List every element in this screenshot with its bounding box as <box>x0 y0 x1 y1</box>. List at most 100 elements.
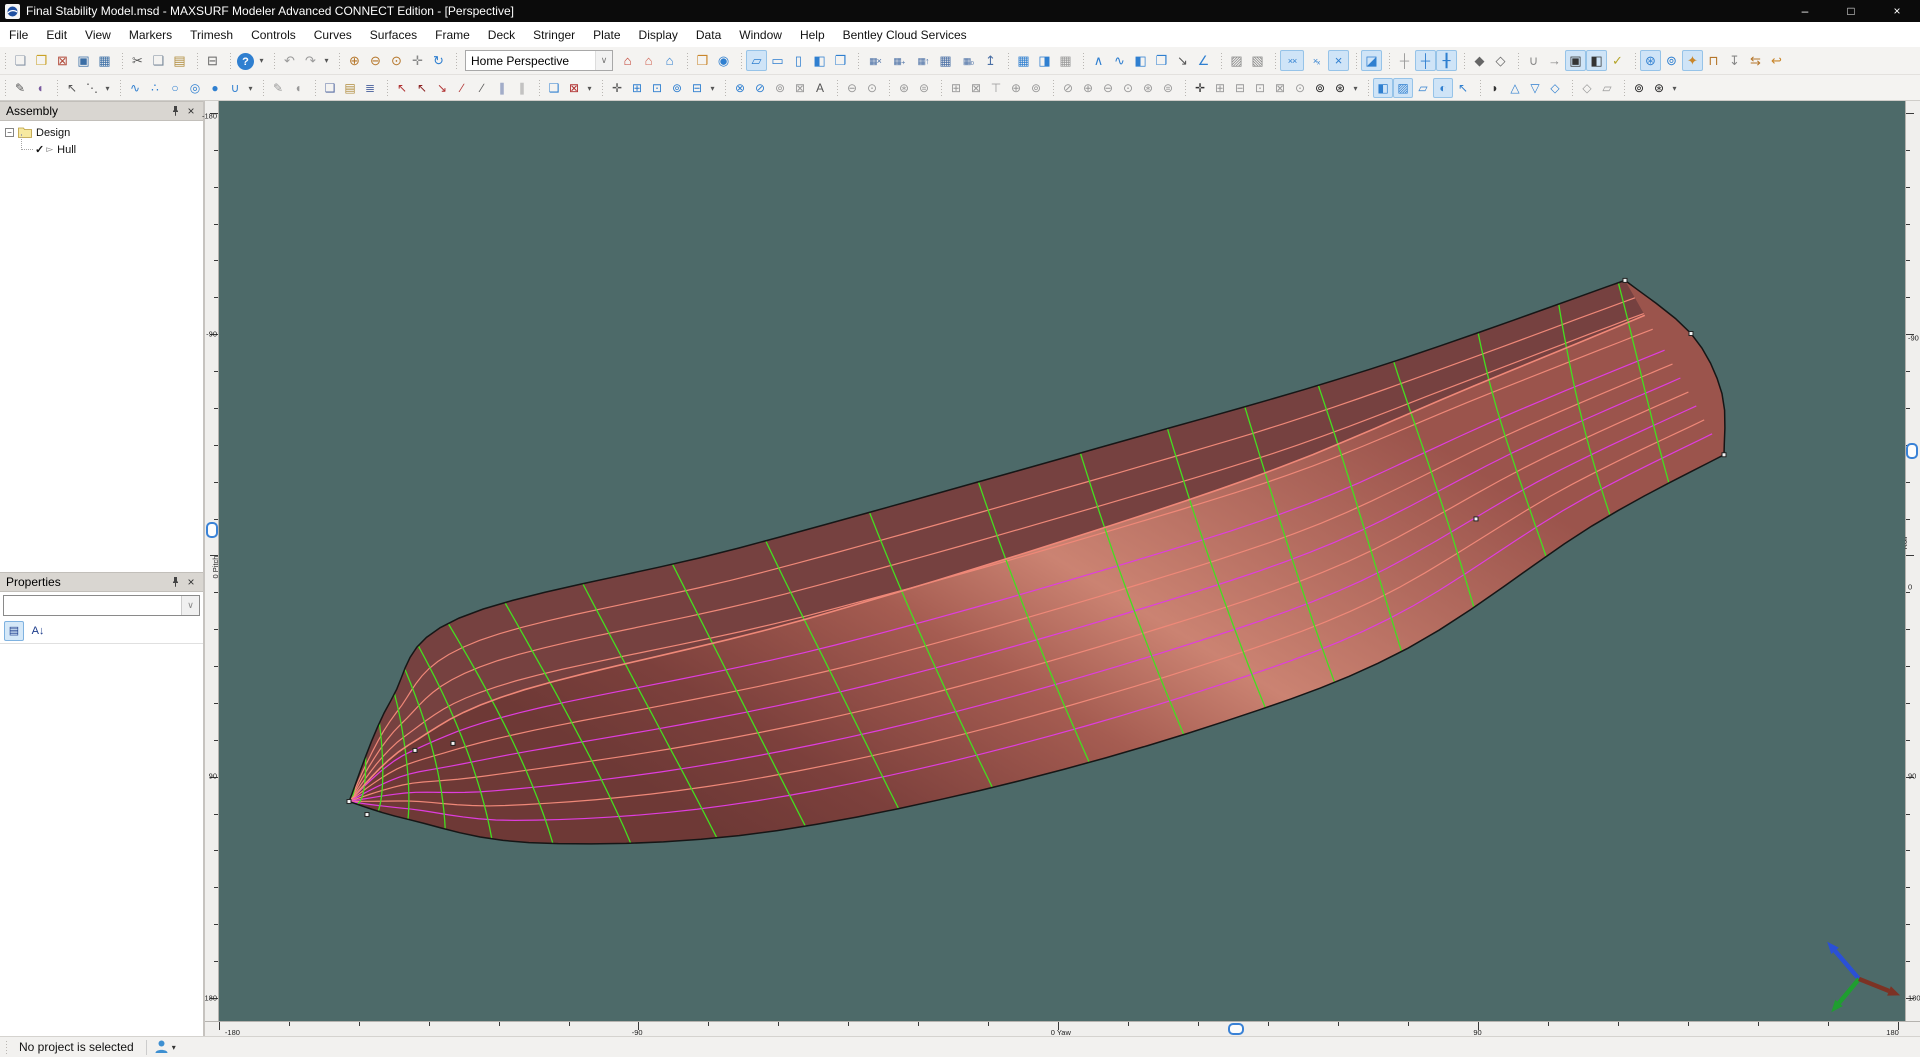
perspective-window-button[interactable]: ▱ <box>746 50 767 71</box>
menu-plate[interactable]: Plate <box>584 24 629 46</box>
flag-pole-button[interactable]: ◪ <box>1361 50 1382 71</box>
net-ring-alt-button[interactable]: ⊚ <box>1026 78 1046 98</box>
menu-frame[interactable]: Frame <box>426 24 479 46</box>
set-home-view-button[interactable]: ⌂ <box>638 50 659 71</box>
net-x-button[interactable]: ⊠ <box>966 78 986 98</box>
plan-window-button[interactable]: ▭ <box>767 50 788 71</box>
table-button[interactable]: ▦ <box>935 50 956 71</box>
hand-net-button[interactable]: ✛ <box>1190 78 1210 98</box>
flag-down-button[interactable]: ▽ <box>1525 78 1545 98</box>
properties-object-selector[interactable]: ∨ <box>3 595 200 616</box>
net-move-button[interactable]: ⊡ <box>647 78 667 98</box>
net-edit-5-button[interactable]: ⊛ <box>1138 78 1158 98</box>
dropdown-caret-icon[interactable]: ▾ <box>245 78 256 98</box>
table-close-button[interactable]: ▦× <box>863 50 887 71</box>
menu-stringer[interactable]: Stringer <box>524 24 584 46</box>
visibility-curvature-button[interactable]: ◐ <box>1433 77 1453 98</box>
duplicate-box-button[interactable]: ❑ <box>544 78 564 98</box>
select-red-button[interactable]: ↖ <box>392 78 412 98</box>
calculations-table-button[interactable]: ◨ <box>1034 50 1055 71</box>
save-as-button[interactable]: ▦ <box>94 50 115 71</box>
drag-hand-button[interactable]: ✛ <box>607 78 627 98</box>
align-diagram-button[interactable]: ≣ <box>360 78 380 98</box>
pin-icon[interactable] <box>167 577 183 587</box>
curvature-button[interactable]: ∪ <box>1523 50 1544 71</box>
user-account-button[interactable]: ▾ <box>155 1040 176 1054</box>
chevron-down-icon[interactable]: ∨ <box>181 596 199 615</box>
circle-tool-button[interactable]: ◎ <box>185 78 205 98</box>
net-tee-button[interactable]: ⊤ <box>986 78 1006 98</box>
render-button[interactable]: ▧ <box>1247 50 1268 71</box>
snap-intersection-button[interactable]: ╂ <box>1436 50 1457 71</box>
dropdown-caret-icon[interactable]: ▾ <box>1669 78 1680 98</box>
points-tool-button[interactable]: ∴ <box>145 78 165 98</box>
show-outline-button[interactable]: ◗ <box>1485 78 1505 98</box>
drop-point-button[interactable]: ↘ <box>432 78 452 98</box>
new-window-button[interactable]: ❐ <box>830 50 851 71</box>
net-cross-button[interactable]: ⊠ <box>1270 78 1290 98</box>
menu-view[interactable]: View <box>76 24 120 46</box>
view-selector-combobox[interactable]: Home Perspective ∨ <box>465 50 613 71</box>
visibility-shaded-button[interactable]: ◧ <box>1373 77 1393 98</box>
menu-markers[interactable]: Markers <box>120 24 181 46</box>
menu-controls[interactable]: Controls <box>242 24 305 46</box>
settings-alt-button[interactable]: ⊚ <box>1661 50 1682 71</box>
menu-display[interactable]: Display <box>630 24 687 46</box>
dropdown-caret-icon[interactable]: ▾ <box>584 78 595 98</box>
paste-button[interactable]: ▤ <box>169 50 190 71</box>
control-pair-button[interactable]: ⊜ <box>914 78 934 98</box>
fit-curve-button[interactable]: ∿ <box>1109 50 1130 71</box>
select-multi-button[interactable]: ⋱ <box>82 78 102 98</box>
table-zero-button[interactable]: ▦₀ <box>956 50 980 71</box>
bend-tool-button[interactable]: ↩ <box>1766 50 1787 71</box>
label-size-button[interactable]: A <box>810 78 830 98</box>
spline-tool-button[interactable]: ∿ <box>125 78 145 98</box>
properties-window-button[interactable]: ◉ <box>713 50 734 71</box>
pitch-ruler[interactable]: -180 -90 0 Pitch 90 180 <box>202 101 220 1021</box>
net-add-button[interactable]: ⊞ <box>627 78 647 98</box>
sort-alphabetical-button[interactable]: A↓ <box>28 621 48 641</box>
menu-file[interactable]: File <box>0 24 37 46</box>
dropdown-caret-icon[interactable]: ▾ <box>321 50 332 71</box>
net-cell-button[interactable]: ⊡ <box>1250 78 1270 98</box>
select-cursor-button[interactable]: ↖ <box>62 78 82 98</box>
copy-button[interactable]: ❑ <box>148 50 169 71</box>
control-point[interactable] <box>1721 452 1727 458</box>
net-row-button[interactable]: ⊟ <box>1230 78 1250 98</box>
control-point[interactable] <box>364 812 370 818</box>
select-red-alt-button[interactable]: ↖ <box>412 78 432 98</box>
body-plan-window-button[interactable]: ◧ <box>809 50 830 71</box>
tree-label-design[interactable]: Design <box>36 127 70 139</box>
snap-points-button[interactable]: ┼ <box>1415 50 1436 71</box>
menu-bentley-cloud-services[interactable]: Bentley Cloud Services <box>834 24 976 46</box>
categorized-view-button[interactable]: ▤ <box>4 621 24 641</box>
menu-deck[interactable]: Deck <box>479 24 524 46</box>
clamp-tool-button[interactable]: ⊓ <box>1703 50 1724 71</box>
net-target-button[interactable]: ⊕ <box>1006 78 1026 98</box>
net-edit-3-button[interactable]: ⊖ <box>1098 78 1118 98</box>
dropdown-caret-icon[interactable]: ▾ <box>256 50 267 71</box>
markers-visibility-button[interactable]: ×ₓ <box>1304 50 1328 71</box>
control-point[interactable] <box>450 740 456 746</box>
surface-slash-button[interactable]: ⊘ <box>750 78 770 98</box>
open-design-button[interactable]: ❐ <box>31 50 52 71</box>
marker-pen-button[interactable]: ✎ <box>10 78 30 98</box>
offsets-table-button[interactable]: ▦ <box>1013 50 1034 71</box>
markers-toggle-button[interactable]: ×× <box>1280 50 1304 71</box>
roll-ruler[interactable]: -90Roll090180 <box>1900 101 1920 1021</box>
table-move-up-button[interactable]: ▦↑ <box>911 50 935 71</box>
pen-alt-button[interactable]: ✎ <box>268 78 288 98</box>
new-design-button[interactable]: ❏ <box>10 50 31 71</box>
control-point[interactable] <box>1622 277 1628 283</box>
control-fill-button[interactable]: ⊛ <box>894 78 914 98</box>
yaw-ruler[interactable]: -180 -90 0 Yaw 90 180 <box>205 1021 1920 1037</box>
control-point[interactable] <box>346 799 352 805</box>
flip-tool-button[interactable]: ⇆ <box>1745 50 1766 71</box>
snap-grid-button[interactable]: ┼ <box>1394 50 1415 71</box>
viewport-canvas[interactable] <box>219 101 1905 1021</box>
saved-views-button[interactable]: ⌂ <box>659 50 680 71</box>
trim-curve-button[interactable]: ◖ <box>30 78 50 98</box>
menu-data[interactable]: Data <box>687 24 730 46</box>
dropdown-caret-icon[interactable]: ▾ <box>1350 78 1361 98</box>
measure-button[interactable]: ∠ <box>1193 50 1214 71</box>
